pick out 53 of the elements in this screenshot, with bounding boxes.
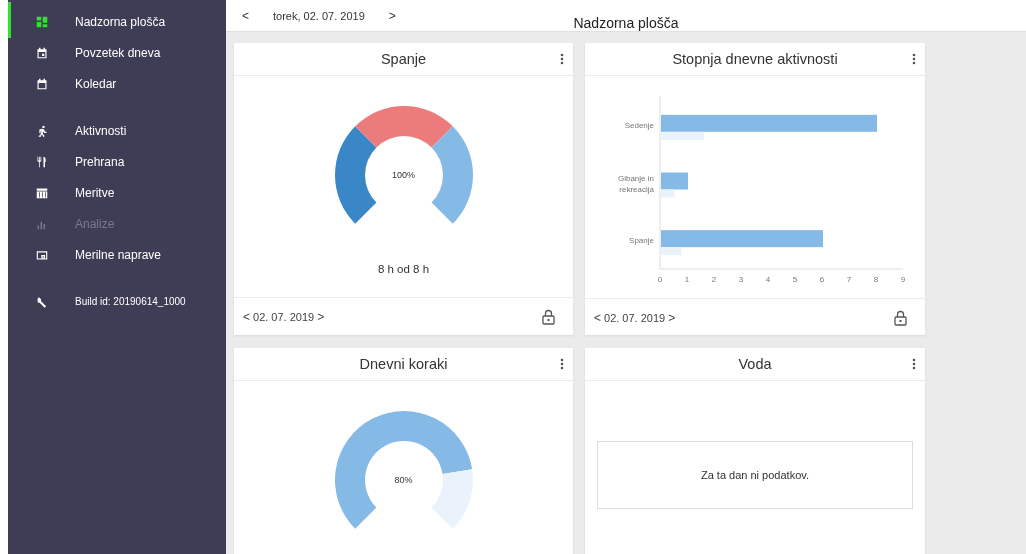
percent-text: 80% bbox=[394, 475, 413, 485]
lock-icon[interactable] bbox=[894, 309, 907, 326]
axis-tick-label: 9 bbox=[900, 275, 905, 284]
previous-date-button[interactable]: < bbox=[591, 310, 604, 325]
calendar-icon bbox=[36, 77, 48, 90]
sidebar-item[interactable]: Aktivnosti bbox=[8, 115, 226, 146]
more-menu-icon[interactable] bbox=[912, 53, 916, 65]
axis-tick-label: 0 bbox=[657, 275, 662, 284]
more-menu-icon[interactable] bbox=[912, 358, 916, 370]
percent-text: 100% bbox=[392, 170, 415, 180]
previous-day-button[interactable]: < bbox=[234, 8, 257, 23]
sidebar-item[interactable]: Meritve bbox=[8, 177, 226, 208]
sidebar-item[interactable]: Merilne naprave bbox=[8, 239, 226, 270]
no-data-message: Za ta dan ni podatkov. bbox=[597, 441, 913, 509]
axis-tick-label: 3 bbox=[738, 275, 743, 284]
axis-tick-label: 6 bbox=[819, 275, 824, 284]
card-title: Spanje bbox=[380, 51, 427, 67]
sidebar-item[interactable]: Koledar bbox=[8, 68, 226, 99]
more-menu-icon[interactable] bbox=[560, 53, 564, 65]
next-day-button[interactable]: > bbox=[380, 8, 404, 23]
previous-date-button[interactable]: < bbox=[240, 309, 253, 324]
axis-tick-label: 5 bbox=[792, 275, 797, 284]
axis-tick-label: 7 bbox=[846, 275, 851, 284]
dashboard-icon bbox=[36, 15, 48, 28]
category-label: Sedenje bbox=[624, 120, 654, 130]
more-menu-icon[interactable] bbox=[560, 358, 564, 370]
axis-tick-label: 1 bbox=[684, 275, 689, 284]
running-figure-icon bbox=[36, 124, 48, 137]
wrench-icon bbox=[36, 295, 48, 308]
card-date-text: 02. 07. 2019 bbox=[604, 311, 666, 324]
build-id-text: Build id: 20190614_1000 bbox=[75, 296, 186, 307]
category-label: Gibanje in rekreacija bbox=[617, 173, 654, 194]
card-date-text: 02. 07. 2019 bbox=[253, 310, 315, 323]
cutlery-icon bbox=[36, 155, 48, 168]
sleep-hours-text: 8 h od 8 h bbox=[377, 263, 430, 275]
card-title: Stopnja dnevne aktivnosti bbox=[672, 51, 838, 67]
device-icon bbox=[36, 248, 48, 261]
axis-tick-label: 8 bbox=[873, 275, 878, 284]
card-title: Dnevni koraki bbox=[359, 356, 448, 372]
sidebar-item[interactable]: Povzetek dneva bbox=[8, 37, 226, 68]
sidebar-item[interactable]: Nadzorna plošča bbox=[8, 6, 226, 37]
card-title: Voda bbox=[738, 356, 772, 372]
next-date-button[interactable]: > bbox=[314, 309, 328, 324]
axis-tick-label: 2 bbox=[711, 275, 716, 284]
lock-icon[interactable] bbox=[542, 308, 555, 325]
page-title: Nadzorna plošča bbox=[573, 14, 679, 31]
calendar-icon bbox=[36, 46, 48, 59]
axis-tick-label: 4 bbox=[765, 275, 770, 284]
sidebar-item[interactable]: Prehrana bbox=[8, 146, 226, 177]
category-label: Spanje bbox=[628, 236, 654, 246]
table-icon bbox=[36, 186, 48, 199]
next-date-button[interactable]: > bbox=[665, 310, 679, 325]
date-text: torek, 02. 07. 2019 bbox=[272, 9, 366, 22]
